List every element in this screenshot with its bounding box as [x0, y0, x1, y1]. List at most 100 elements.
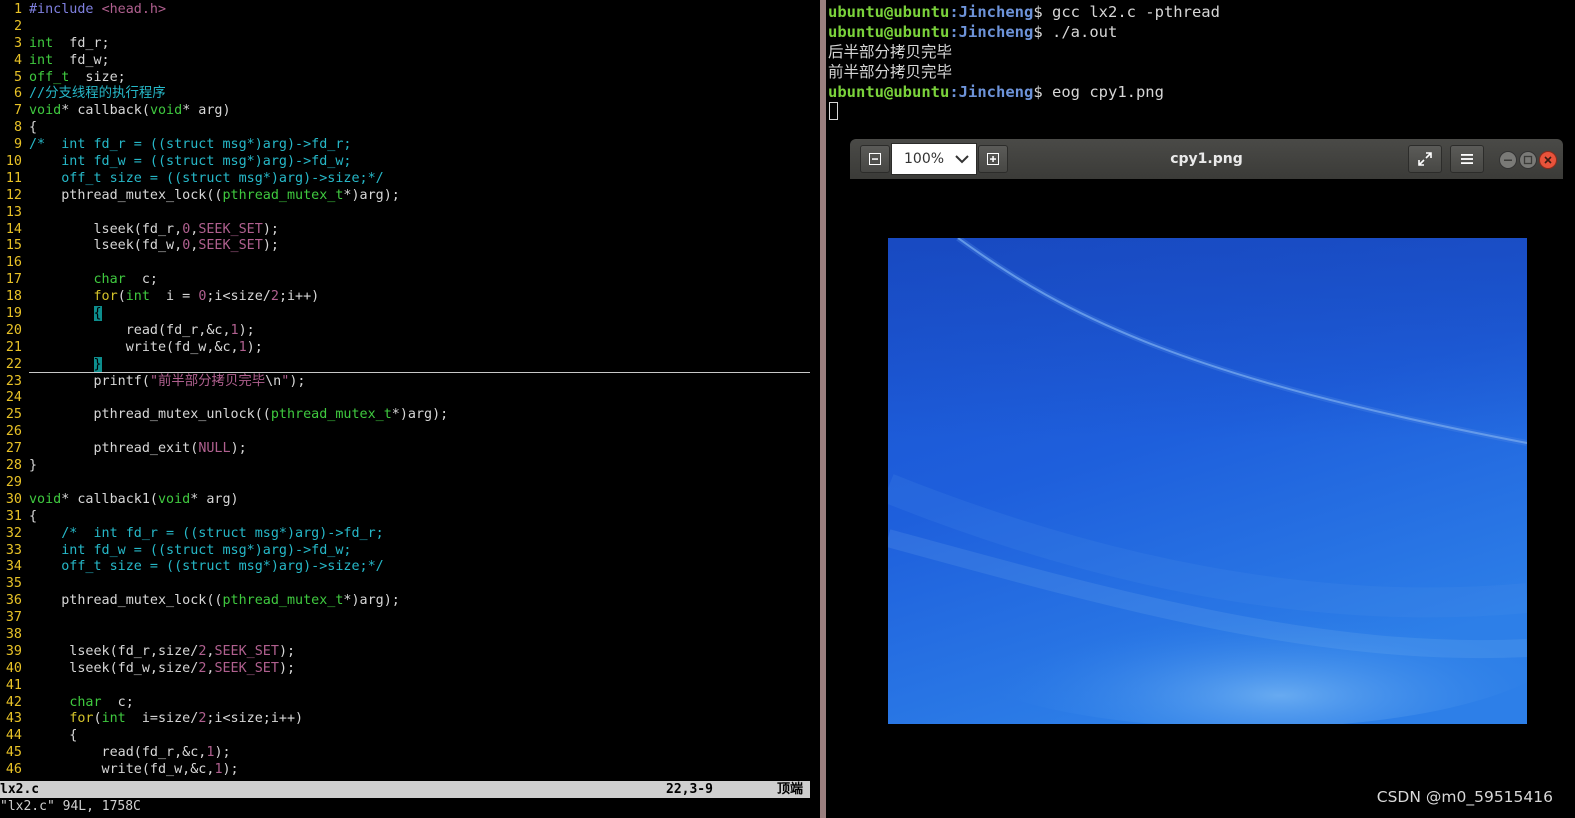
prompt-path: :Jincheng — [949, 3, 1034, 21]
fullscreen-button[interactable] — [1408, 145, 1442, 173]
code-token: lseek(fd_r,size/ — [29, 643, 199, 659]
vim-code-area[interactable]: 1 #include <head.h> 2 3 int fd_r; 4 int fd_w; 5… — [0, 2, 820, 779]
code-line[interactable]: 25 pthread_mutex_unlock((pthread_mutex_t… — [0, 407, 820, 424]
code-line[interactable]: 15 lseek(fd_w,0,SEEK_SET); — [0, 238, 820, 255]
code-line[interactable]: 30 void* callback1(void* arg) — [0, 492, 820, 509]
minimize-button[interactable] — [1499, 151, 1517, 169]
code-token: ); — [246, 339, 263, 355]
code-line[interactable]: 20 read(fd_r,&c,1); — [0, 323, 820, 340]
code-line[interactable]: 11 off_t size = ((struct msg*)arg)->size… — [0, 171, 820, 188]
code-line[interactable]: 12 pthread_mutex_lock((pthread_mutex_t*)… — [0, 188, 820, 205]
code-line[interactable]: 31 { — [0, 509, 820, 526]
terminal-prompt-line: ubuntu@ubuntu:Jincheng$ gcc lx2.c -pthre… — [828, 2, 1220, 22]
code-line[interactable]: 16 — [0, 255, 820, 272]
code-line[interactable]: 2 — [0, 19, 820, 36]
code-token: ); — [278, 643, 296, 659]
code-line[interactable]: 19 { — [0, 306, 820, 323]
code-line[interactable]: 32 /* int fd_r = ((struct msg*)arg)->fd_… — [0, 526, 820, 543]
close-button[interactable] — [1539, 151, 1557, 169]
code-line[interactable]: 38 — [0, 627, 820, 644]
code-line[interactable]: 13 — [0, 205, 820, 222]
code-line[interactable]: 41 — [0, 678, 820, 695]
code-line[interactable]: 42 char c; — [0, 695, 820, 712]
line-number: 41 — [5, 677, 22, 693]
program-output-text: 后半部分拷贝完毕 — [828, 43, 953, 61]
code-line[interactable]: 36 pthread_mutex_lock((pthread_mutex_t*)… — [0, 593, 820, 610]
vim-command-line[interactable]: "lx2.c" 94L, 1758C — [0, 798, 141, 815]
menu-button[interactable] — [1450, 145, 1484, 173]
code-line[interactable]: 23 printf("前半部分拷贝完毕\n"); — [0, 374, 820, 391]
code-text: pthread_exit(NULL); — [29, 441, 246, 457]
line-number: 19 — [5, 306, 22, 322]
code-line[interactable]: 18 for(int i = 0;i<size/2;i++) — [0, 289, 820, 306]
code-token: void — [158, 491, 191, 507]
code-token: ;i++) — [278, 289, 320, 305]
code-line[interactable]: 10 int fd_w = ((struct msg*)arg)->fd_w; — [0, 154, 820, 171]
code-token: pthread_mutex_t — [222, 593, 344, 609]
vim-editor-pane[interactable]: 1 #include <head.h> 2 3 int fd_r; 4 int fd_w; 5… — [0, 0, 820, 818]
terminal-cursor — [829, 102, 838, 120]
line-number: 46 — [5, 762, 22, 778]
prompt-user: ubuntu@ubuntu — [828, 83, 950, 101]
code-line[interactable]: 33 int fd_w = ((struct msg*)arg)->fd_w; — [0, 543, 820, 560]
code-line[interactable]: 9 /* int fd_r = ((struct msg*)arg)->fd_r; — [0, 137, 820, 154]
maximize-button[interactable] — [1519, 151, 1537, 169]
code-text: char c; — [29, 272, 159, 287]
code-line[interactable]: 21 write(fd_w,&c,1); — [0, 340, 820, 357]
code-line[interactable]: 4 int fd_w; — [0, 53, 820, 70]
chevron-down-icon[interactable] — [954, 144, 970, 174]
code-line[interactable]: 28} — [0, 458, 820, 475]
code-line[interactable]: 14 lseek(fd_r,0,SEEK_SET); — [0, 222, 820, 239]
line-number: 21 — [5, 339, 22, 355]
code-line[interactable]: 37 — [0, 610, 820, 627]
line-number: 6 — [13, 86, 22, 102]
code-token: ); — [262, 221, 279, 237]
zoom-level-combo[interactable]: 100% — [891, 143, 977, 175]
code-line[interactable]: 35 — [0, 576, 820, 593]
vim-cursorline — [29, 372, 810, 373]
code-line[interactable]: 8{ — [0, 120, 820, 137]
code-line[interactable]: 43 for(int i=size/2;i<size;i++) — [0, 711, 820, 728]
line-number: 9 — [13, 137, 22, 153]
image-viewer-window[interactable]: 100% cpy1.png — [850, 139, 1563, 818]
code-text: { — [29, 728, 77, 743]
zoom-in-button[interactable] — [978, 145, 1008, 173]
prompt-user: ubuntu@ubuntu — [828, 3, 950, 21]
terminal-output-line: 前半部分拷贝完毕 — [828, 62, 952, 82]
code-line[interactable]: 27 pthread_exit(NULL); — [0, 441, 820, 458]
code-text: int fd_r; — [29, 36, 110, 51]
code-line[interactable]: 46 write(fd_w,&c,1); — [0, 762, 820, 779]
code-line[interactable]: 24 — [0, 390, 820, 407]
displayed-image[interactable] — [888, 238, 1527, 724]
code-line[interactable]: 29 — [0, 475, 820, 492]
code-token: SEEK_SET — [214, 643, 279, 659]
code-token: pthread_mutex_t — [222, 187, 344, 203]
prompt-command: $ ./a.out — [1033, 23, 1118, 41]
code-line[interactable]: 34 off_t size = ((struct msg*)arg)->size… — [0, 559, 820, 576]
line-number: 16 — [5, 255, 22, 271]
prompt-user: ubuntu@ubuntu — [828, 23, 950, 41]
code-token: * callback1( — [61, 491, 158, 507]
code-line[interactable]: 5 off_t size; — [0, 70, 820, 87]
code-token: off_t size = ((struct msg*)arg)->size;*/ — [29, 170, 384, 186]
image-viewer-headerbar[interactable]: 100% cpy1.png — [850, 139, 1563, 179]
code-line[interactable]: 17 char c; — [0, 272, 820, 289]
code-line[interactable]: 26 — [0, 424, 820, 441]
code-token: pthread_exit( — [29, 441, 199, 457]
code-text: char c; — [29, 695, 134, 710]
code-line[interactable]: 39 lseek(fd_r,size/2,SEEK_SET); — [0, 644, 820, 661]
zoom-out-button[interactable] — [860, 145, 890, 173]
code-line[interactable]: 3 int fd_r; — [0, 36, 820, 53]
code-token: lseek(fd_r, — [29, 221, 183, 237]
code-text: { — [29, 120, 37, 135]
code-line[interactable]: 1 #include <head.h> — [0, 2, 820, 19]
code-line[interactable]: 44 { — [0, 728, 820, 745]
code-line[interactable]: 7 void* callback(void* arg) — [0, 103, 820, 120]
code-line[interactable]: 45 read(fd_r,&c,1); — [0, 745, 820, 762]
code-text: { — [29, 509, 37, 524]
code-line[interactable]: 6 //分支线程的执行程序 — [0, 86, 820, 103]
code-token: lseek(fd_w, — [29, 238, 183, 254]
code-line[interactable]: 40 lseek(fd_w,size/2,SEEK_SET); — [0, 661, 820, 678]
